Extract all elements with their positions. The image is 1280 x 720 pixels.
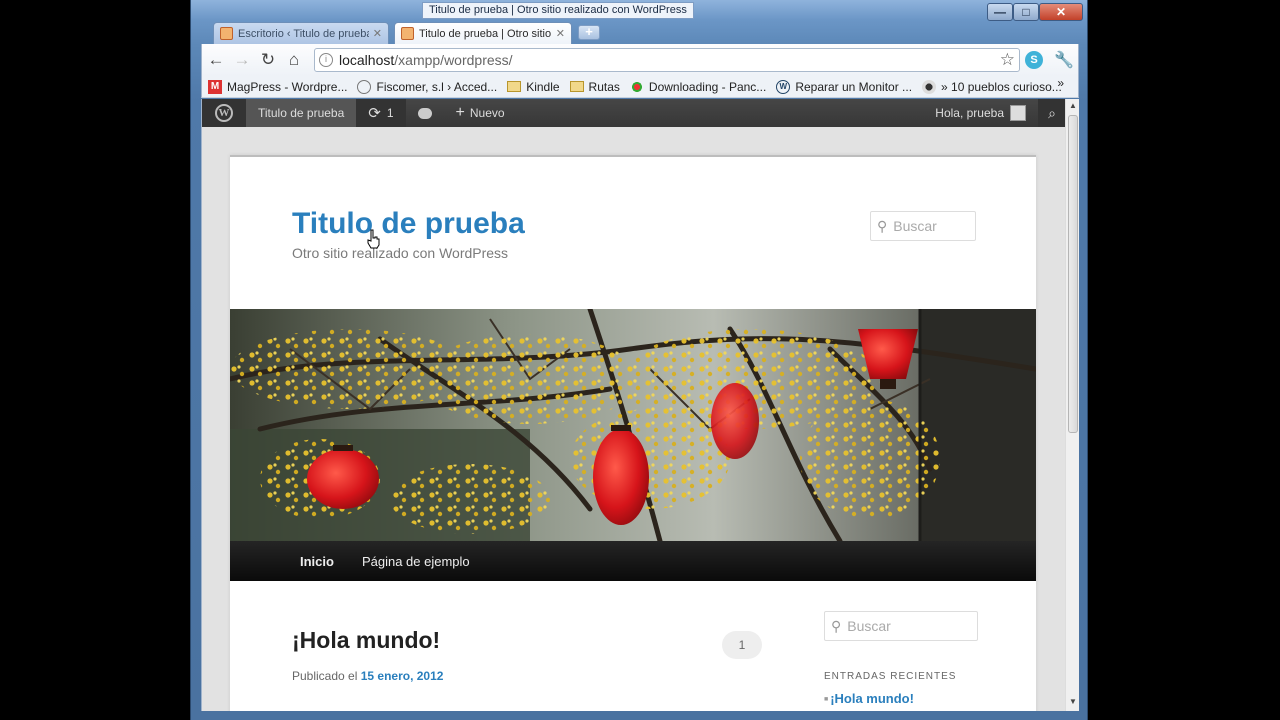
bookmark-label: Fiscomer, s.l › Acced... — [376, 79, 498, 94]
bookmark-label: Reparar un Monitor ... — [795, 79, 913, 94]
globe-icon — [357, 79, 372, 94]
tab-escritorio[interactable]: Escritorio ‹ Titulo de prueba ✕ — [213, 22, 389, 44]
comment-icon — [417, 107, 432, 119]
main-menu: Inicio Página de ejemplo — [230, 541, 1036, 581]
comment-count-bubble[interactable]: 1 — [722, 631, 762, 659]
bookmark-label: Downloading - Panc... — [648, 79, 767, 94]
new-label: Nuevo — [469, 106, 505, 120]
refresh-icon: ⟳ — [368, 105, 381, 122]
reload-button[interactable]: ↻ — [258, 50, 278, 70]
bookmark-star-icon[interactable]: ☆ — [1000, 50, 1015, 70]
wp-logo-menu[interactable]: W — [202, 99, 246, 127]
bookmark-10-pueblos[interactable]: » 10 pueblos curioso... — [922, 79, 1062, 94]
admin-bar-right: Hola, prueba ⌕ — [923, 99, 1065, 127]
bookmark-reparar-monitor[interactable]: W Reparar un Monitor ... — [776, 79, 913, 94]
avatar — [1010, 105, 1026, 121]
search-icon: ⚲ — [831, 617, 842, 634]
recent-post-link[interactable]: ¡Hola mundo! — [824, 691, 914, 706]
tab-titulo-de-prueba[interactable]: Titulo de prueba | Otro sitio ✕ — [394, 22, 572, 44]
hand-cursor-icon — [367, 229, 380, 249]
scroll-down-icon[interactable]: ▼ — [1069, 697, 1077, 706]
bookmark-kindle[interactable]: Kindle — [507, 79, 560, 94]
post-meta: Publicado el 15 enero, 2012 — [292, 669, 443, 683]
dog-icon — [922, 79, 937, 94]
maximize-button[interactable]: □ — [1013, 3, 1039, 21]
post-date-link[interactable]: 15 enero, 2012 — [361, 669, 444, 683]
search-icon: ⚲ — [877, 217, 888, 234]
wp-admin-bar: W Titulo de prueba ⟳ 1 + Nuevo Hola, pru… — [202, 99, 1065, 127]
vertical-scrollbar[interactable]: ▲ ▼ — [1065, 99, 1079, 711]
tab-label: Titulo de prueba | Otro sitio — [419, 27, 552, 40]
wordpress-icon: W — [776, 79, 791, 94]
url-host: localhost — [339, 52, 395, 68]
admin-updates[interactable]: ⟳ 1 — [356, 99, 406, 127]
wp-page: Titulo de prueba Otro sitio realizado co… — [230, 155, 1036, 711]
close-window-button[interactable]: ✕ — [1039, 3, 1083, 21]
wordpress-favicon-icon — [401, 27, 414, 40]
admin-search-icon[interactable]: ⌕ — [1038, 99, 1065, 127]
browser-window: Titulo de prueba | Otro sitio realizado … — [190, 0, 1088, 720]
browser-toolbar: ← → ↻ ⌂ i localhost/xampp/wordpress/ ☆ S… — [201, 44, 1079, 76]
forward-button[interactable]: → — [232, 50, 252, 70]
back-button[interactable]: ← — [206, 50, 226, 70]
meta-prefix: Publicado el — [292, 669, 358, 683]
tab-close-icon[interactable]: ✕ — [556, 27, 565, 40]
more-bookmarks-chevron-icon[interactable]: » — [1057, 76, 1064, 90]
bookmark-downloading[interactable]: Downloading - Panc... — [629, 79, 767, 94]
bookmark-label: MagPress - Wordpre... — [227, 79, 348, 94]
tab-close-icon[interactable]: ✕ — [373, 27, 382, 40]
header-image — [230, 309, 1036, 541]
plus-icon: + — [455, 104, 465, 121]
page-viewport: W Titulo de prueba ⟳ 1 + Nuevo Hola, pru… — [201, 99, 1065, 711]
wordpress-favicon-icon — [220, 27, 233, 40]
header-search-input[interactable]: ⚲ Buscar — [870, 211, 976, 241]
menu-item-pagina-de-ejemplo[interactable]: Página de ejemplo — [348, 554, 484, 569]
magpress-icon: M — [208, 79, 222, 94]
bookmark-magpress[interactable]: M MagPress - Wordpre... — [208, 79, 348, 94]
post-title-link[interactable]: ¡Hola mundo! — [292, 627, 440, 654]
page-info-icon[interactable]: i — [319, 53, 333, 67]
bookmark-label: Kindle — [526, 79, 560, 94]
tab-label: Escritorio ‹ Titulo de prueba — [238, 27, 369, 40]
admin-new[interactable]: + Nuevo — [444, 99, 517, 127]
admin-comments[interactable] — [406, 99, 444, 127]
wordpress-logo-icon: W — [215, 104, 233, 122]
search-placeholder: Buscar — [847, 618, 891, 634]
folder-icon — [569, 81, 584, 92]
minimize-button[interactable]: — — [987, 3, 1013, 21]
admin-site-name[interactable]: Titulo de prueba — [246, 99, 357, 127]
bookmark-fiscomer[interactable]: Fiscomer, s.l › Acced... — [357, 79, 498, 94]
flower-icon — [629, 79, 644, 94]
scroll-up-icon[interactable]: ▲ — [1069, 101, 1077, 110]
site-title-link[interactable]: Titulo de prueba — [292, 207, 525, 241]
menu-item-inicio[interactable]: Inicio — [286, 554, 348, 569]
site-description: Otro sitio realizado con WordPress — [292, 245, 509, 261]
home-button[interactable]: ⌂ — [284, 50, 304, 70]
sidebar-search-input[interactable]: ⚲ Buscar — [824, 611, 978, 641]
folder-icon — [507, 81, 522, 92]
recent-posts-widget-title: ENTRADAS RECIENTES — [824, 671, 957, 682]
bookmark-rutas[interactable]: Rutas — [569, 79, 620, 94]
scroll-thumb[interactable] — [1068, 115, 1078, 433]
skype-extension-icon[interactable]: S — [1025, 51, 1043, 69]
greeting: Hola, prueba — [935, 106, 1004, 120]
url-path: /xampp/wordpress/ — [394, 52, 513, 68]
address-bar[interactable]: i localhost/xampp/wordpress/ ☆ — [314, 48, 1020, 72]
bookmarks-bar: M MagPress - Wordpre... Fiscomer, s.l › … — [201, 76, 1079, 98]
window-title-tooltip: Titulo de prueba | Otro sitio realizado … — [422, 2, 694, 19]
bookmark-label: » 10 pueblos curioso... — [941, 79, 1062, 94]
updates-count: 1 — [386, 106, 394, 120]
search-placeholder: Buscar — [893, 218, 937, 234]
red-lantern — [711, 383, 759, 459]
admin-account-menu[interactable]: Hola, prueba — [923, 99, 1038, 127]
lanterns-blossom-photo — [230, 309, 1036, 541]
wrench-menu-icon[interactable]: 🔧 — [1054, 50, 1074, 70]
bookmark-label: Rutas — [588, 79, 620, 94]
new-tab-button[interactable]: + — [578, 25, 600, 40]
